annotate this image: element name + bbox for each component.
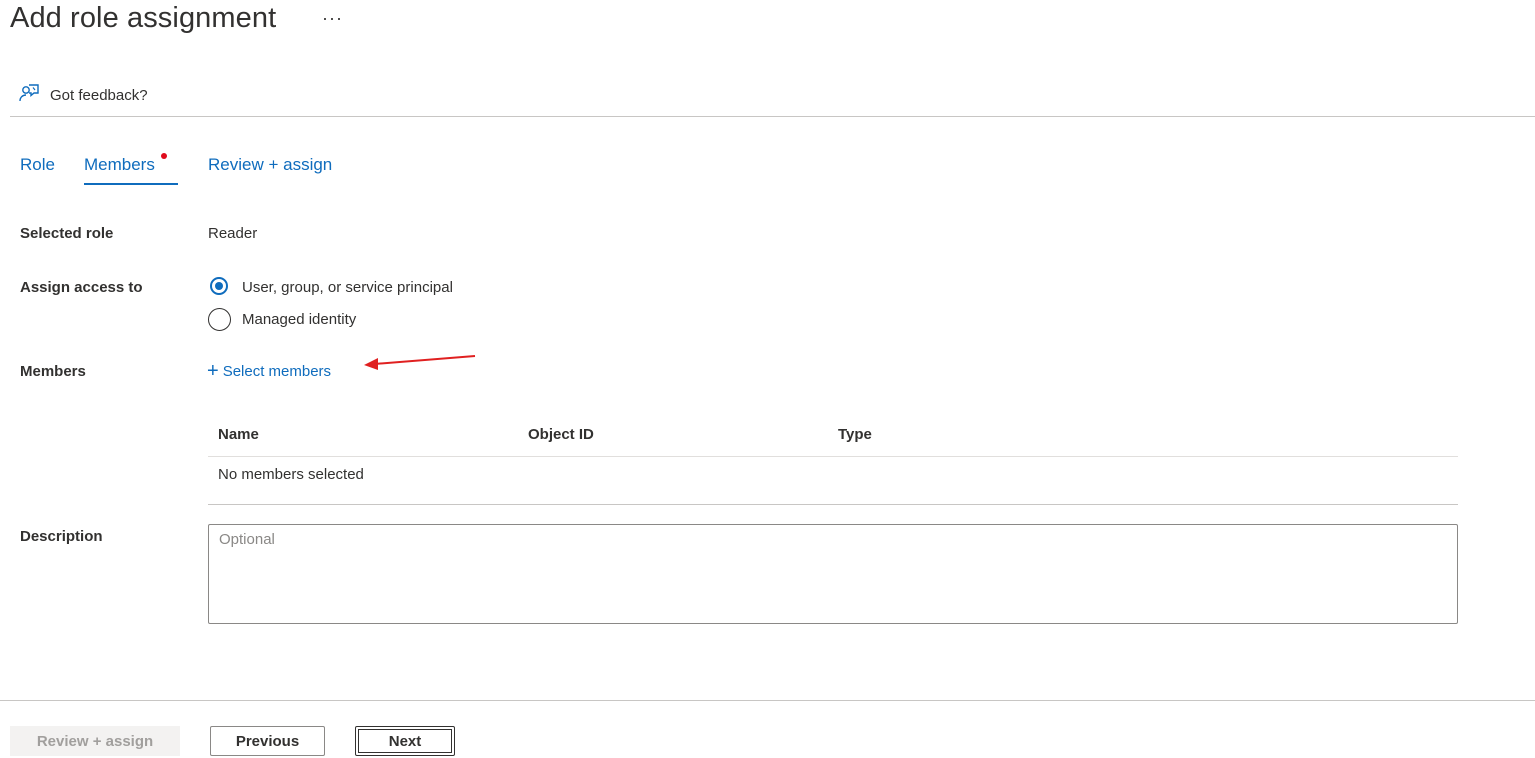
more-options-button[interactable]: ··· [322, 8, 343, 29]
footer-divider [0, 700, 1535, 701]
column-header-type[interactable]: Type [838, 426, 872, 443]
table-bottom-divider [208, 504, 1458, 505]
description-field[interactable] [208, 524, 1458, 624]
required-indicator-dot [161, 153, 167, 159]
feedback-label: Got feedback? [50, 87, 148, 104]
page-title: Add role assignment [10, 2, 277, 34]
next-button[interactable]: Next [355, 726, 455, 756]
tab-members[interactable]: Members [84, 155, 155, 175]
active-tab-indicator [84, 183, 178, 185]
select-members-button[interactable]: + Select members [207, 361, 331, 381]
column-header-name[interactable]: Name [218, 426, 259, 443]
radio-managed-identity[interactable] [208, 308, 231, 331]
members-label: Members [20, 363, 86, 380]
tab-role[interactable]: Role [20, 155, 55, 175]
radio-user-group-sp-label[interactable]: User, group, or service principal [242, 279, 453, 296]
description-label: Description [20, 528, 103, 545]
annotation-arrow-icon [364, 355, 476, 370]
feedback-icon [18, 82, 40, 109]
radio-user-group-sp[interactable] [210, 277, 228, 295]
plus-icon: + [207, 360, 219, 382]
header-divider [10, 116, 1535, 117]
review-assign-button[interactable]: Review + assign [10, 726, 180, 756]
tab-review-assign[interactable]: Review + assign [208, 155, 332, 175]
table-header-divider [208, 456, 1458, 457]
select-members-label: Select members [222, 362, 332, 380]
radio-managed-identity-label[interactable]: Managed identity [242, 311, 356, 328]
previous-button[interactable]: Previous [210, 726, 325, 756]
table-empty-message: No members selected [218, 466, 364, 483]
column-header-object-id[interactable]: Object ID [528, 426, 594, 443]
selected-role-label: Selected role [20, 225, 114, 242]
selected-role-value: Reader [208, 225, 258, 242]
feedback-link[interactable]: Got feedback? [18, 82, 148, 109]
assign-access-label: Assign access to [20, 279, 143, 296]
